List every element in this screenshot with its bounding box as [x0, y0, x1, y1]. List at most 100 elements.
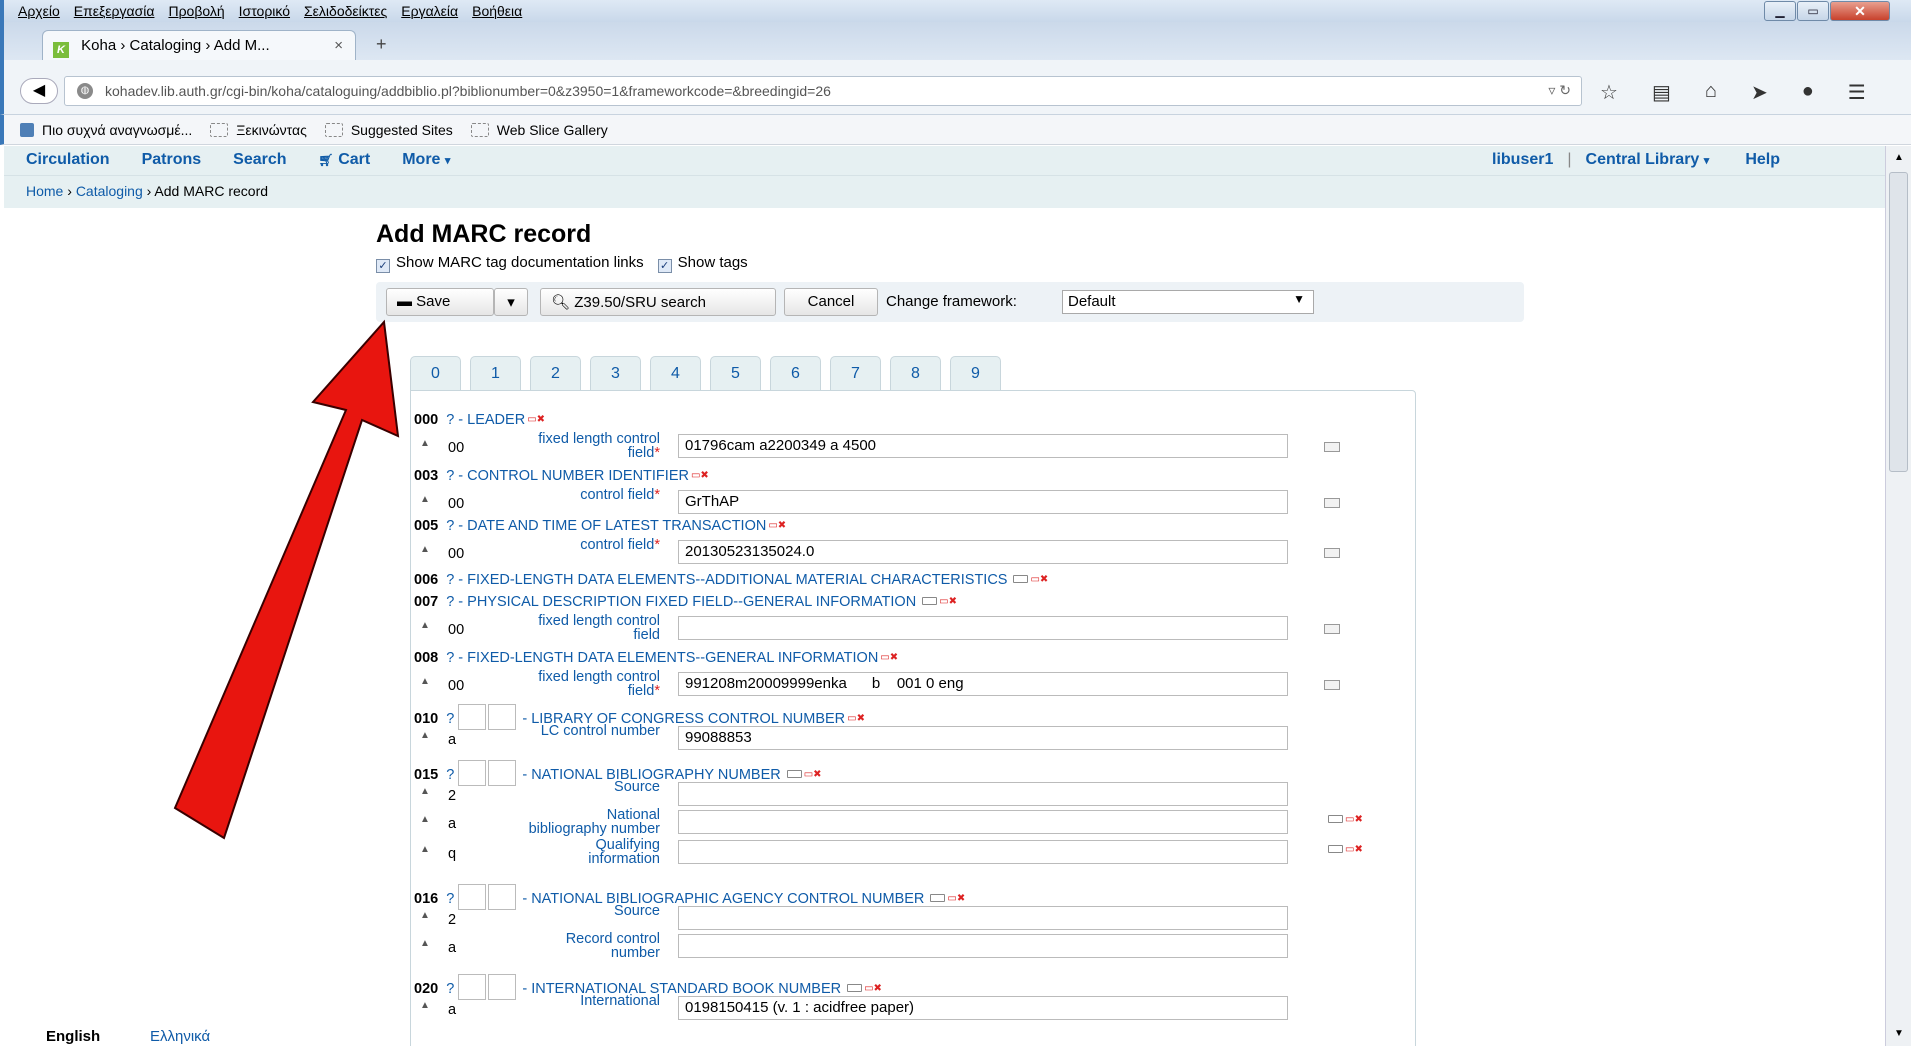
tag-editor-icon[interactable]: [1324, 624, 1340, 634]
reload-icon[interactable]: ▿ ↻: [1548, 82, 1571, 99]
nav-patrons[interactable]: Patrons: [142, 151, 202, 169]
collapse-caret-icon[interactable]: ▲: [420, 494, 430, 505]
tag-label-link[interactable]: ? - PHYSICAL DESCRIPTION FIXED FIELD--GE…: [446, 594, 916, 610]
source-input[interactable]: [678, 906, 1288, 930]
menu-help[interactable]: Βοήθεια: [472, 3, 522, 19]
tab-1[interactable]: 1: [470, 356, 521, 390]
collapse-caret-icon[interactable]: ▲: [420, 620, 430, 631]
clone-tag-icon[interactable]: [786, 770, 802, 778]
scroll-thumb[interactable]: [1889, 172, 1908, 472]
scroll-up-icon[interactable]: ▲: [1894, 152, 1904, 163]
physical-description-input[interactable]: [678, 616, 1288, 640]
delete-tag-icon[interactable]: ▭✖: [847, 713, 865, 724]
delete-tag-icon[interactable]: ▭✖: [880, 652, 898, 663]
reading-list-icon[interactable]: ▤: [1652, 80, 1671, 105]
show-tags-checkbox[interactable]: ✓ Show tags: [657, 254, 748, 273]
back-arrow-icon[interactable]: ◀: [20, 78, 58, 104]
delete-tag-icon[interactable]: ▭✖: [804, 769, 822, 780]
collapse-caret-icon[interactable]: ▲: [420, 1000, 430, 1011]
menu-history[interactable]: Ιστορικό: [239, 3, 290, 19]
framework-select[interactable]: Default ▼: [1062, 290, 1314, 314]
tab-9[interactable]: 9: [950, 356, 1001, 390]
record-control-number-input[interactable]: [678, 934, 1288, 958]
tag-editor-icon[interactable]: [1324, 442, 1340, 452]
tab-7[interactable]: 7: [830, 356, 881, 390]
show-doc-links-checkbox[interactable]: ✓ Show MARC tag documentation links: [376, 254, 644, 273]
star-icon[interactable]: ☆: [1600, 80, 1618, 105]
clone-tag-icon[interactable]: [1013, 575, 1029, 583]
tab-8[interactable]: 8: [890, 356, 941, 390]
tab-6[interactable]: 6: [770, 356, 821, 390]
address-bar[interactable]: ◍ kohadev.lib.auth.gr/cgi-bin/koha/catal…: [64, 76, 1582, 106]
breadcrumb-home[interactable]: Home: [26, 183, 63, 199]
tag-editor-icon[interactable]: [1324, 548, 1340, 558]
scroll-down-icon[interactable]: ▼: [1894, 1028, 1904, 1039]
menu-tools[interactable]: Εργαλεία: [401, 3, 458, 19]
collapse-caret-icon[interactable]: ▲: [420, 676, 430, 687]
national-bibliography-number-input[interactable]: [678, 810, 1288, 834]
nav-search[interactable]: Search: [233, 151, 286, 169]
delete-subfield-icon[interactable]: ▭✖: [1345, 814, 1363, 825]
nav-more[interactable]: More ▾: [402, 151, 450, 169]
bookmark-web-slice-gallery[interactable]: Web Slice Gallery: [470, 122, 608, 138]
send-icon[interactable]: ➤: [1751, 80, 1768, 105]
nav-help[interactable]: Help: [1745, 151, 1780, 169]
delete-tag-icon[interactable]: ▭✖: [939, 596, 957, 607]
collapse-caret-icon[interactable]: ▲: [420, 814, 430, 825]
collapse-caret-icon[interactable]: ▲: [420, 786, 430, 797]
chat-icon[interactable]: ●: [1802, 80, 1814, 105]
breadcrumb-cataloging[interactable]: Cataloging: [76, 183, 143, 199]
isbn-input[interactable]: 0198150415 (v. 1 : acidfree paper): [678, 996, 1288, 1020]
tag-editor-icon[interactable]: [1324, 498, 1340, 508]
tag-editor-icon[interactable]: [1324, 680, 1340, 690]
leader-input[interactable]: 01796cam a2200349 a 4500: [678, 434, 1288, 458]
maximize-button[interactable]: ▭: [1797, 1, 1829, 21]
tag-label-link[interactable]: ? - FIXED-LENGTH DATA ELEMENTS--GENERAL …: [446, 650, 878, 666]
nav-cart[interactable]: 🛒︎ Cart: [319, 151, 371, 169]
tag-label-link[interactable]: ? - FIXED-LENGTH DATA ELEMENTS--ADDITION…: [446, 572, 1007, 588]
clone-tag-icon[interactable]: [930, 894, 946, 902]
delete-tag-icon[interactable]: ▭✖: [864, 983, 882, 994]
close-window-button[interactable]: ✕: [1830, 1, 1890, 21]
collapse-caret-icon[interactable]: ▲: [420, 844, 430, 855]
delete-subfield-icon[interactable]: ▭✖: [1345, 844, 1363, 855]
fixed-length-elements-input[interactable]: 991208m20009999enka b 001 0 eng: [678, 672, 1288, 696]
control-number-input[interactable]: GrThAP: [678, 490, 1288, 514]
browser-tab-koha[interactable]: K Koha › Cataloging › Add M... ×: [42, 30, 356, 60]
menu-view[interactable]: Προβολή: [168, 3, 224, 19]
collapse-caret-icon[interactable]: ▲: [420, 730, 430, 741]
language-greek[interactable]: Ελληνικά: [150, 1028, 210, 1045]
delete-tag-icon[interactable]: ▭✖: [947, 893, 965, 904]
collapse-caret-icon[interactable]: ▲: [420, 544, 430, 555]
collapse-caret-icon[interactable]: ▲: [420, 438, 430, 449]
collapse-caret-icon[interactable]: ▲: [420, 938, 430, 949]
tab-5[interactable]: 5: [710, 356, 761, 390]
delete-tag-icon[interactable]: ▭✖: [1030, 574, 1048, 585]
clone-tag-icon[interactable]: [847, 984, 863, 992]
save-button[interactable]: ▬ Save: [386, 288, 494, 316]
tab-4[interactable]: 4: [650, 356, 701, 390]
nav-library[interactable]: Central Library ▾: [1586, 151, 1710, 169]
bookmark-most-visited[interactable]: Πιο συχνά αναγνωσμέ...: [20, 122, 192, 138]
menu-bookmarks[interactable]: Σελιδοδείκτες: [304, 3, 387, 19]
tab-0[interactable]: 0: [410, 356, 461, 390]
clone-subfield-icon[interactable]: [1328, 815, 1343, 823]
minimize-button[interactable]: ▁: [1764, 1, 1796, 21]
tab-2[interactable]: 2: [530, 356, 581, 390]
delete-tag-icon[interactable]: ▭✖: [768, 520, 786, 531]
delete-tag-icon[interactable]: ▭✖: [691, 470, 709, 481]
save-options-dropdown[interactable]: ▾: [494, 288, 528, 316]
page-scrollbar[interactable]: ▲ ▼: [1885, 146, 1911, 1046]
z3950-search-button[interactable]: 🔍︎ Z39.50/SRU search: [540, 288, 776, 316]
home-icon[interactable]: ⌂: [1705, 80, 1717, 105]
tag-label-link[interactable]: ? - DATE AND TIME OF LATEST TRANSACTION: [446, 518, 766, 534]
tag-label-link[interactable]: ? - CONTROL NUMBER IDENTIFIER: [446, 468, 689, 484]
cancel-button[interactable]: Cancel: [784, 288, 878, 316]
qualifying-information-input[interactable]: [678, 840, 1288, 864]
menu-edit[interactable]: Επεξεργασία: [74, 3, 155, 19]
tag-label-link[interactable]: ? - LEADER: [446, 412, 525, 428]
clone-tag-icon[interactable]: [922, 597, 938, 605]
source-input[interactable]: [678, 782, 1288, 806]
tab-3[interactable]: 3: [590, 356, 641, 390]
new-tab-icon[interactable]: +: [376, 34, 387, 55]
